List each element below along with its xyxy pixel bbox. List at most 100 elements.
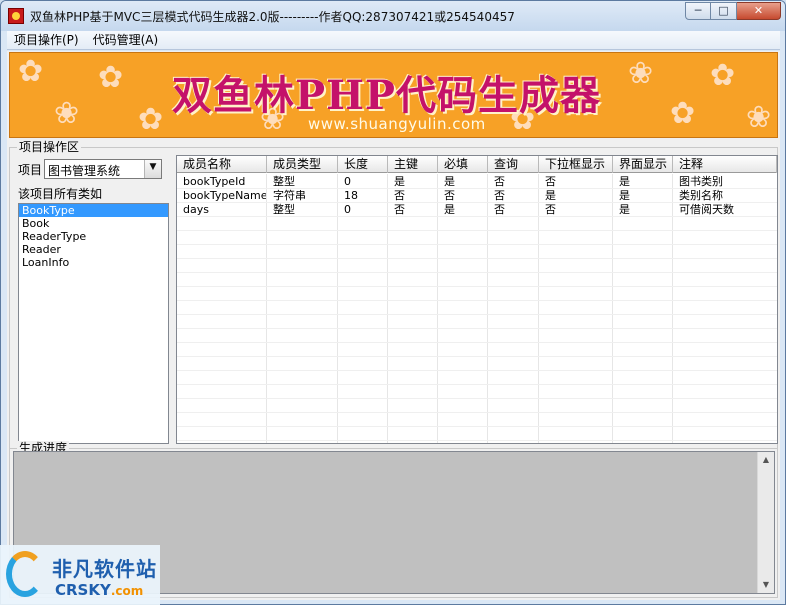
flower-decoration: ✿ — [98, 60, 124, 95]
maximize-button[interactable]: □ — [711, 2, 737, 20]
grid-column-divider — [266, 174, 267, 443]
class-list-item[interactable]: BookType — [19, 204, 168, 217]
grid-header-cell[interactable]: 界面显示 — [613, 156, 673, 173]
menu-project[interactable]: 项目操作(P) — [7, 31, 86, 49]
grid-row-divider — [177, 370, 777, 371]
close-icon: ✕ — [753, 4, 764, 17]
project-row: 项目 图书管理系统 ▼ — [18, 159, 163, 179]
class-list-item[interactable]: Book — [19, 217, 168, 230]
table-row[interactable]: bookTypeName 字符串 18 否 否 否 是 是 类别名称 — [177, 189, 777, 202]
minimize-button[interactable]: ─ — [685, 2, 711, 20]
class-list-item[interactable]: LoanInfo — [19, 256, 168, 269]
watermark-logo: 非凡软件站 CRSKY.com — [0, 545, 160, 605]
grid-header-cell[interactable]: 下拉框显示 — [539, 156, 613, 173]
grid-cell[interactable]: 类别名称 — [673, 189, 777, 202]
client-area: ✿ ❀ ✿ ✿ ❀ ✿ ❀ ✿ ✿ ❀ 双鱼林PHP代码生成器 www.shua… — [7, 51, 780, 600]
grid-column-divider — [612, 174, 613, 443]
watermark-domain: .com — [110, 584, 144, 598]
grid-row-divider — [177, 342, 777, 343]
grid-row-divider — [177, 426, 777, 427]
window-title: 双鱼林PHP基于MVC三层模式代码生成器2.0版---------作者QQ:28… — [30, 10, 515, 24]
app-icon[interactable] — [8, 8, 24, 24]
grid-cell[interactable]: 否 — [488, 175, 539, 188]
grid-column-divider — [387, 174, 388, 443]
menu-code-management[interactable]: 代码管理(A) — [86, 31, 166, 49]
grid-cell[interactable]: days — [177, 203, 267, 216]
chevron-down-icon: ▼ — [149, 162, 157, 172]
grid-cell[interactable]: 是 — [613, 175, 673, 188]
project-area-legend: 项目操作区 — [17, 140, 82, 154]
grid-cell[interactable]: 0 — [338, 203, 388, 216]
classes-caption: 该项目所有类如 — [18, 187, 103, 201]
grid-row-divider — [177, 286, 777, 287]
member-grid[interactable]: 成员名称 成员类型 长度 主键 必填 查询 下拉框显示 界面显示 注释 book… — [176, 155, 778, 444]
flower-decoration: ❀ — [628, 56, 654, 91]
grid-cell[interactable]: 否 — [488, 203, 539, 216]
grid-cell[interactable]: 字符串 — [267, 189, 338, 202]
scroll-up-icon[interactable]: ▲ — [758, 452, 774, 468]
menu-bar: 项目操作(P) 代码管理(A) — [7, 31, 780, 50]
grid-cell[interactable]: 是 — [539, 189, 613, 202]
grid-column-divider — [538, 174, 539, 443]
table-row[interactable]: days 整型 0 否 是 否 否 是 可借阅天数 — [177, 203, 777, 216]
grid-header-cell[interactable]: 必填 — [438, 156, 488, 173]
grid-cell[interactable]: 图书类别 — [673, 175, 777, 188]
grid-cell[interactable]: 0 — [338, 175, 388, 188]
app-window: 双鱼林PHP基于MVC三层模式代码生成器2.0版---------作者QQ:28… — [0, 0, 786, 605]
grid-cell[interactable]: 否 — [488, 189, 539, 202]
grid-column-divider — [672, 174, 673, 443]
grid-row-divider — [177, 398, 777, 399]
grid-row-divider — [177, 384, 777, 385]
progress-scrollbar[interactable]: ▲ ▼ — [757, 452, 774, 593]
grid-cell[interactable]: 整型 — [267, 175, 338, 188]
grid-cell[interactable]: 是 — [438, 203, 488, 216]
grid-cell[interactable]: 18 — [338, 189, 388, 202]
grid-row-divider — [177, 244, 777, 245]
grid-cell[interactable]: 是 — [388, 175, 438, 188]
grid-row-divider — [177, 314, 777, 315]
project-select[interactable]: 图书管理系统 ▼ — [44, 159, 163, 179]
class-list[interactable]: BookType Book ReaderType Reader LoanInfo — [18, 203, 169, 444]
grid-header-cell[interactable]: 成员类型 — [267, 156, 338, 173]
grid-cell[interactable]: 可借阅天数 — [673, 203, 777, 216]
project-label: 项目 — [18, 162, 43, 177]
grid-header-cell[interactable]: 成员名称 — [177, 156, 267, 173]
flower-decoration: ❀ — [54, 96, 80, 131]
grid-body: bookTypeId 整型 0 是 是 否 否 是 图书类别 bookTypeN… — [177, 174, 777, 443]
banner-url: www.shuangyulin.com — [308, 115, 486, 133]
grid-cell[interactable]: 否 — [539, 203, 613, 216]
swirl-logo-icon — [6, 551, 44, 597]
class-list-item[interactable]: ReaderType — [19, 230, 168, 243]
title-bar[interactable]: 双鱼林PHP基于MVC三层模式代码生成器2.0版---------作者QQ:28… — [1, 1, 785, 31]
close-button[interactable]: ✕ — [737, 2, 781, 20]
grid-cell[interactable]: bookTypeName — [177, 189, 267, 202]
grid-cell[interactable]: 是 — [613, 189, 673, 202]
grid-header-cell[interactable]: 查询 — [488, 156, 539, 173]
grid-cell[interactable]: 否 — [388, 189, 438, 202]
grid-column-divider — [337, 174, 338, 443]
project-select-button[interactable]: ▼ — [144, 160, 162, 178]
minimize-icon: ─ — [694, 4, 702, 17]
grid-column-divider — [437, 174, 438, 443]
grid-cell[interactable]: 是 — [438, 175, 488, 188]
grid-cell[interactable]: bookTypeId — [177, 175, 267, 188]
grid-cell[interactable]: 否 — [388, 203, 438, 216]
watermark-cn: 非凡软件站 — [52, 557, 157, 581]
grid-header-cell[interactable]: 主键 — [388, 156, 438, 173]
grid-row-divider — [177, 356, 777, 357]
grid-cell[interactable]: 是 — [613, 203, 673, 216]
grid-header-cell[interactable]: 长度 — [338, 156, 388, 173]
class-list-item[interactable]: Reader — [19, 243, 168, 256]
flower-decoration: ✿ — [18, 54, 44, 89]
grid-header-cell[interactable]: 注释 — [673, 156, 777, 173]
watermark-en: CRSKY.com — [55, 581, 143, 599]
grid-cell[interactable]: 否 — [539, 175, 613, 188]
flower-decoration: ❀ — [746, 100, 772, 135]
grid-cell[interactable]: 否 — [438, 189, 488, 202]
watermark-brand: CRSKY — [55, 581, 111, 599]
window-controls: ─ □ ✕ — [685, 2, 781, 20]
grid-cell[interactable]: 整型 — [267, 203, 338, 216]
scroll-down-icon[interactable]: ▼ — [758, 577, 774, 593]
grid-row-divider — [177, 188, 777, 189]
table-row[interactable]: bookTypeId 整型 0 是 是 否 否 是 图书类别 — [177, 175, 777, 188]
